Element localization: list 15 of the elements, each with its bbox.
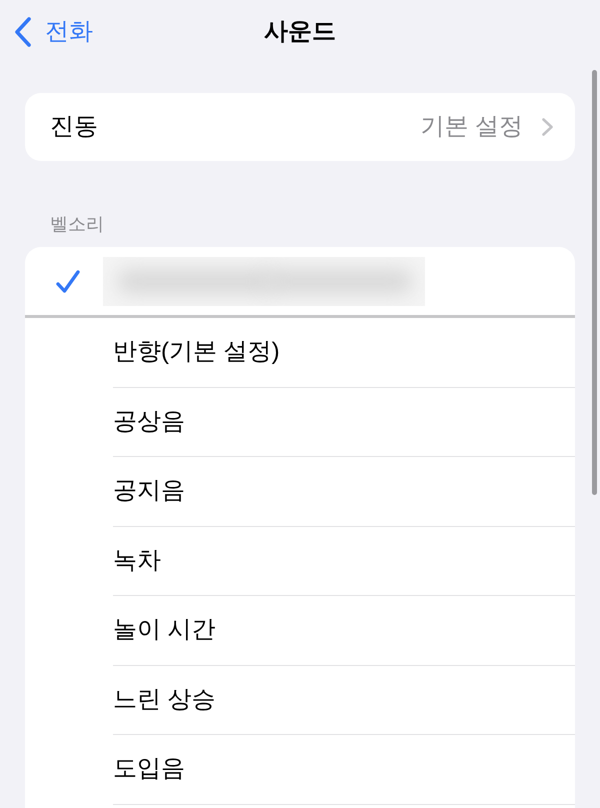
ringtone-option[interactable]: 반향(기본 설정) xyxy=(113,337,280,368)
chevron-right-icon xyxy=(542,118,553,136)
vibration-label: 진동 xyxy=(50,112,98,142)
ringtone-option[interactable]: 느린 상승 xyxy=(113,684,216,715)
ringtone-option[interactable]: 놀이 시간 xyxy=(113,615,216,646)
ringtone-option[interactable]: 도입음 xyxy=(113,754,185,784)
vibration-row[interactable]: 진동 기본 설정 xyxy=(25,93,575,161)
back-button[interactable]: 전화 xyxy=(0,17,93,47)
ringtone-option[interactable]: 공상음 xyxy=(113,406,185,437)
ringtone-option[interactable]: 녹차 xyxy=(113,546,161,576)
section-header: 벨소리 xyxy=(50,213,104,236)
back-chevron-icon xyxy=(14,17,31,47)
page-title: 사운드 xyxy=(264,17,336,47)
ringtone-option[interactable]: 공지음 xyxy=(113,476,185,506)
vibration-value: 기본 설정 xyxy=(420,112,523,142)
